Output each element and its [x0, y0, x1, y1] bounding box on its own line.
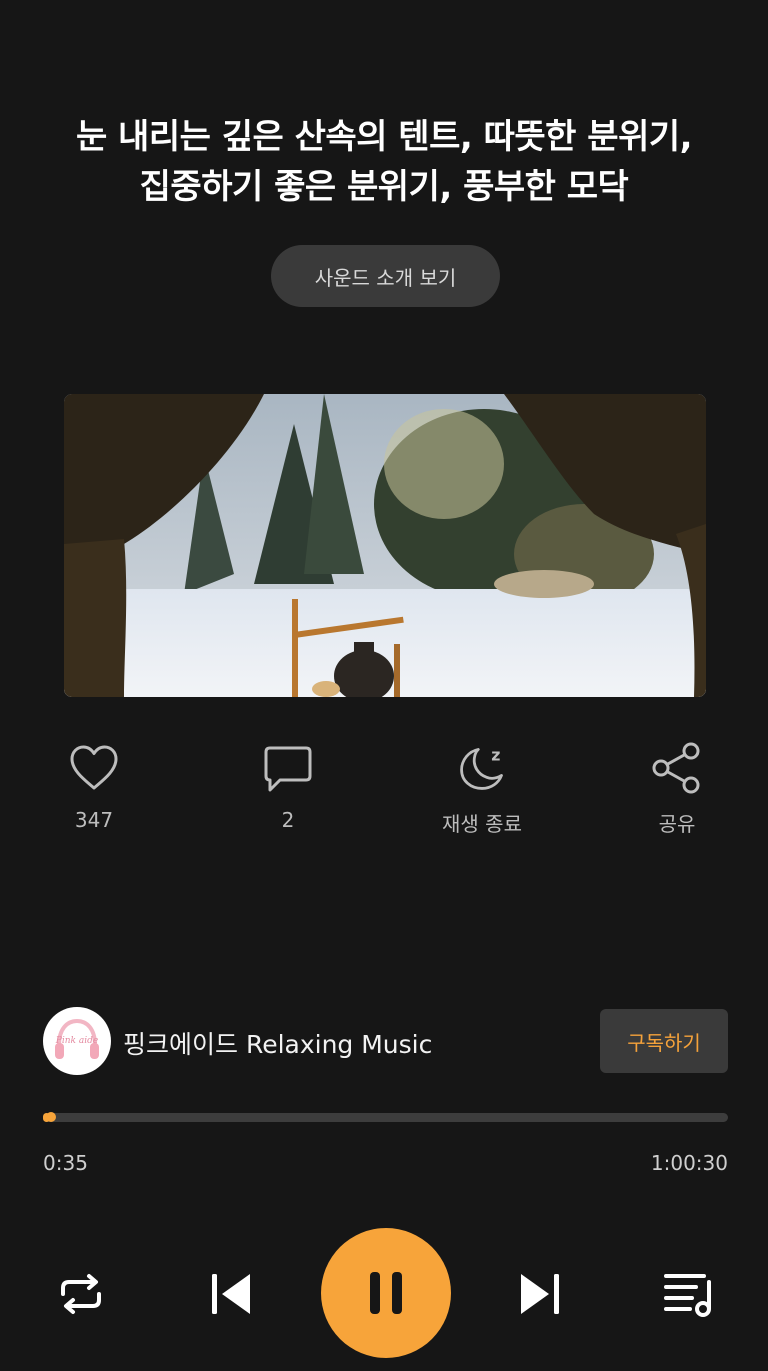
- playlist-icon: [664, 1274, 711, 1317]
- comment-button[interactable]: 2: [213, 740, 363, 832]
- title-line-1: 눈 내리는 깊은 산속의 텐트, 따뜻한 분위기,: [75, 117, 693, 157]
- player-controls: [0, 1228, 768, 1358]
- share-label: 공유: [658, 812, 696, 836]
- channel-row: Pink aide 핑크에이드 Relaxing Music 구독하기: [43, 1007, 728, 1075]
- channel-name[interactable]: 핑크에이드 Relaxing Music: [123, 1025, 432, 1061]
- sound-intro-button[interactable]: 사운드 소개 보기: [271, 245, 500, 307]
- next-button[interactable]: [513, 1268, 565, 1320]
- share-icon: [651, 740, 703, 796]
- subscribe-button[interactable]: 구독하기: [600, 1009, 728, 1073]
- repeat-icon: [61, 1274, 101, 1314]
- previous-button[interactable]: [206, 1268, 258, 1320]
- skip-previous-icon: [212, 1274, 250, 1314]
- repeat-button[interactable]: [55, 1268, 107, 1320]
- heart-icon: [68, 740, 120, 796]
- artwork-image: [64, 394, 706, 697]
- action-bar: 347 2 z 재생 종료 공유: [0, 740, 768, 840]
- progress-handle[interactable]: [45, 1112, 56, 1122]
- sleep-timer-button[interactable]: z 재생 종료: [407, 740, 557, 837]
- progress-bar[interactable]: [43, 1112, 728, 1122]
- current-time: 0:35: [43, 1151, 88, 1175]
- skip-next-icon: [521, 1274, 559, 1314]
- sleep-timer-label: 재생 종료: [442, 812, 522, 836]
- svg-text:z: z: [491, 746, 500, 765]
- pause-icon: [370, 1272, 402, 1314]
- moon-icon: z: [456, 740, 508, 796]
- playlist-button[interactable]: [662, 1268, 716, 1320]
- share-button[interactable]: 공유: [602, 740, 752, 837]
- channel-avatar[interactable]: Pink aide: [43, 1007, 111, 1075]
- comment-count: 2: [281, 808, 295, 832]
- comment-icon: [262, 740, 314, 796]
- title-line-2: 집중하기 좋은 분위기, 풍부한 모닥: [139, 167, 629, 207]
- total-time: 1:00:30: [650, 1151, 728, 1175]
- like-button[interactable]: 347: [19, 740, 169, 832]
- like-count: 347: [74, 808, 114, 832]
- avatar-logo-text: Pink aide: [55, 1036, 98, 1046]
- pause-button[interactable]: [321, 1228, 451, 1358]
- sound-title: 눈 내리는 깊은 산속의 텐트, 따뜻한 분위기, 집중하기 좋은 분위기, 풍…: [40, 112, 728, 212]
